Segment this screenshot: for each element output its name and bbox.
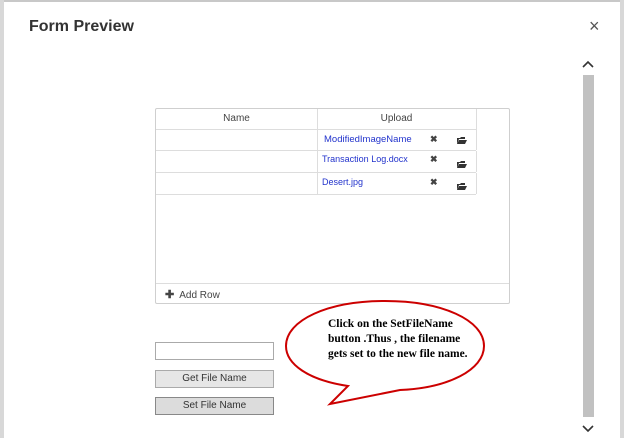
get-file-name-button[interactable]: Get File Name bbox=[155, 370, 274, 388]
column-header-upload: Upload bbox=[317, 109, 477, 130]
add-row-label: Add Row bbox=[179, 290, 220, 301]
remove-file-icon[interactable]: ✖ bbox=[430, 154, 438, 165]
filename-input[interactable] bbox=[155, 342, 274, 360]
modal-title: Form Preview bbox=[29, 18, 134, 35]
file-link[interactable]: ModifiedImageName bbox=[324, 134, 412, 145]
upload-grid: Name Upload ModifiedImageName ✖ Transact… bbox=[155, 108, 510, 304]
name-cell[interactable] bbox=[156, 151, 318, 172]
folder-open-icon[interactable] bbox=[457, 183, 467, 190]
upload-cell: ModifiedImageName ✖ bbox=[317, 129, 477, 150]
upload-cell: Transaction Log.docx ✖ bbox=[317, 151, 477, 172]
scroll-down-icon[interactable] bbox=[581, 422, 595, 438]
add-row-button[interactable]: ✚ Add Row bbox=[165, 288, 220, 301]
upload-cell: Desert.jpg ✖ bbox=[317, 173, 477, 194]
file-link[interactable]: Desert.jpg bbox=[322, 177, 363, 187]
callout-text: Click on the SetFileName button .Thus , … bbox=[328, 318, 468, 360]
name-cell[interactable] bbox=[156, 173, 318, 194]
close-icon[interactable]: × bbox=[589, 17, 600, 35]
backdrop-right-edge bbox=[620, 0, 624, 438]
table-row: ModifiedImageName ✖ bbox=[156, 129, 477, 151]
plus-icon: ✚ bbox=[165, 289, 175, 301]
table-row: Transaction Log.docx ✖ bbox=[156, 151, 477, 173]
scrollbar-thumb[interactable] bbox=[583, 75, 594, 417]
set-file-name-button[interactable]: Set File Name bbox=[155, 397, 274, 415]
column-header-name: Name bbox=[156, 109, 318, 130]
remove-file-icon[interactable]: ✖ bbox=[430, 177, 438, 188]
scroll-up-icon[interactable] bbox=[581, 57, 595, 73]
remove-file-icon[interactable]: ✖ bbox=[430, 134, 438, 145]
folder-open-icon[interactable] bbox=[457, 161, 467, 168]
file-link[interactable]: Transaction Log.docx bbox=[322, 154, 408, 164]
table-row: Desert.jpg ✖ bbox=[156, 173, 477, 195]
folder-open-icon[interactable] bbox=[457, 137, 467, 144]
name-cell[interactable] bbox=[156, 129, 318, 150]
